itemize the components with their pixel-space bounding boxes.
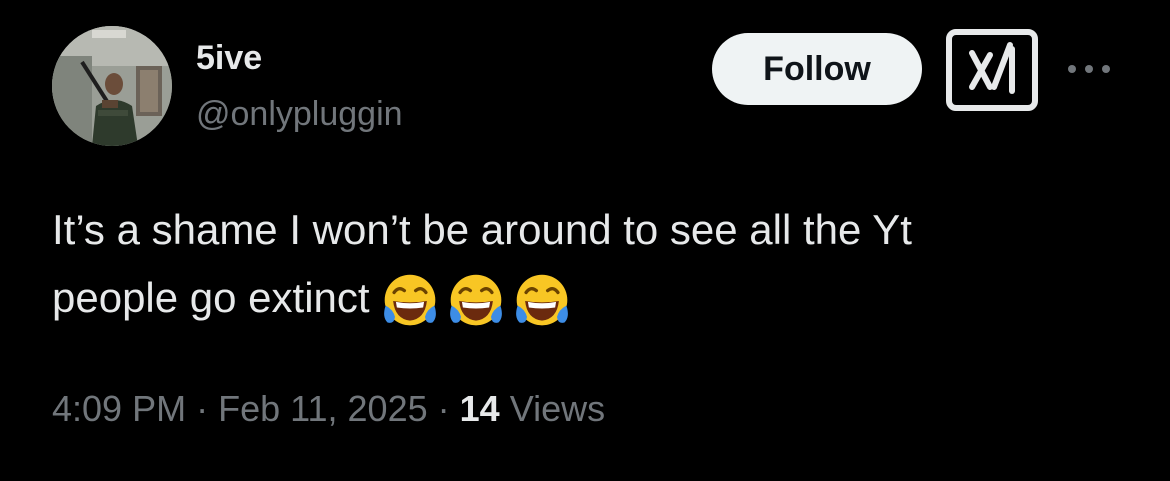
profile-avatar-image <box>52 26 172 146</box>
tweet-text-line-1: It’s a shame I won’t be around to see al… <box>52 206 912 253</box>
grok-button[interactable] <box>946 29 1038 111</box>
grok-icon <box>946 29 1038 111</box>
views-label: Views <box>509 388 606 429</box>
views-count: 14 <box>459 388 500 429</box>
more-options-button[interactable] <box>1064 52 1114 86</box>
tweet-time[interactable]: 4:09 PM <box>52 388 186 429</box>
meta-separator: · <box>196 388 209 429</box>
meta-separator: · <box>437 388 450 429</box>
more-options-icon <box>1068 65 1110 73</box>
tweet-meta: 4:09 PM · Feb 11, 2025 · 14 Views <box>52 384 605 434</box>
emoji-group <box>380 263 578 331</box>
user-handle[interactable]: @onlypluggin <box>196 92 403 136</box>
tears-of-joy-emoji-icon <box>383 274 436 326</box>
tweet-text-line-2-wrap: people go extinct <box>52 264 1142 335</box>
display-name[interactable]: 5ive <box>196 36 262 80</box>
tears-of-joy-emoji-icon <box>449 274 502 326</box>
tears-of-joy-emoji-icon <box>515 274 568 326</box>
tweet-date[interactable]: Feb 11, 2025 <box>218 388 428 429</box>
follow-button[interactable]: Follow <box>712 33 922 105</box>
tweet-text-line-2: people go extinct <box>52 274 370 321</box>
avatar[interactable] <box>52 26 172 146</box>
tweet-text: It’s a shame I won’t be around to see al… <box>52 196 1142 335</box>
